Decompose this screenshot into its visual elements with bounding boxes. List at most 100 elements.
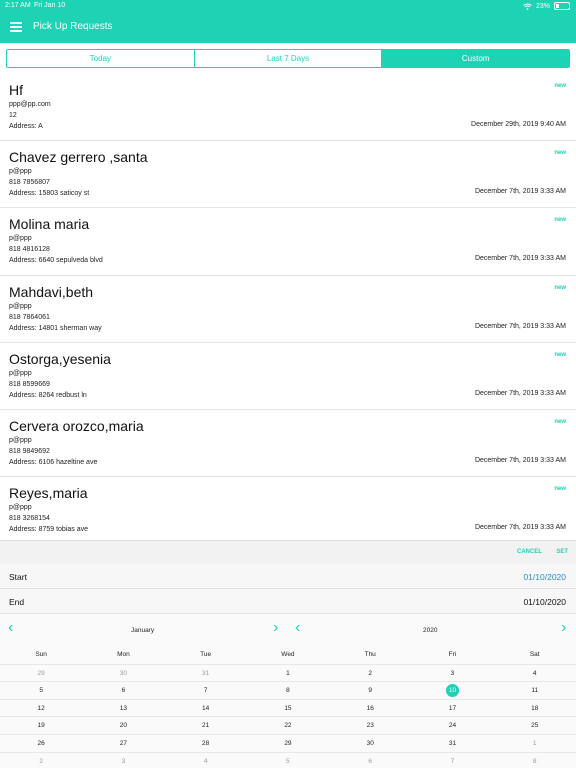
calendar-day[interactable]: 21: [164, 716, 247, 734]
calendar-day[interactable]: 12: [0, 698, 83, 717]
status-badge: new: [554, 351, 566, 358]
calendar-day[interactable]: 17: [411, 698, 494, 717]
calendar-day[interactable]: 27: [82, 733, 165, 752]
next-month-chevron-icon[interactable]: ›: [273, 620, 278, 636]
prev-year-chevron-icon[interactable]: ‹: [295, 620, 300, 636]
request-email: p@ppp: [9, 504, 32, 512]
calendar-day[interactable]: 23: [329, 716, 412, 734]
cancel-button[interactable]: CANCEL: [517, 549, 542, 555]
calendar-day[interactable]: 6: [329, 751, 412, 770]
app-header: 2:17 AM Fri Jan 10 23% Pick Up Requests: [0, 0, 576, 43]
calendar-day[interactable]: 20: [82, 716, 165, 734]
weekday-label: Sat: [529, 651, 540, 658]
wifi-icon: [523, 3, 532, 10]
calendar-day[interactable]: 5: [246, 751, 330, 770]
request-timestamp: December 7th, 2019 3:33 AM: [474, 322, 566, 330]
calendar-day[interactable]: 29: [246, 733, 330, 752]
calendar-day[interactable]: 31: [411, 733, 494, 752]
request-address: Address: 14801 sherman way: [9, 324, 102, 332]
date-range-picker: CANCEL SET Start 01/10/2020 End 01/10/20…: [0, 540, 576, 768]
tab-custom[interactable]: Custom: [381, 50, 569, 67]
calendar-day[interactable]: 1: [493, 733, 576, 752]
request-address: Address: 8264 redbust ln: [9, 391, 87, 399]
calendar-day[interactable]: 7: [164, 681, 247, 699]
calendar-day-selected[interactable]: 10: [411, 681, 494, 699]
calendar-day[interactable]: 8: [246, 681, 330, 699]
month-label: January: [131, 627, 155, 634]
calendar-day[interactable]: 28: [164, 733, 247, 752]
request-timestamp: December 7th, 2019 3:33 AM: [474, 456, 566, 464]
calendar-day[interactable]: 15: [246, 698, 330, 717]
calendar-week: 19 20 21 22 23 24 25: [0, 716, 576, 734]
start-date-value[interactable]: 01/10/2020: [523, 572, 566, 582]
calendar-week: 2345678: [0, 751, 576, 770]
calendar-day[interactable]: 6: [82, 681, 165, 699]
calendar-day[interactable]: 16: [329, 698, 412, 717]
calendar-week: 12 13 14 15 16 17 18: [0, 698, 576, 717]
request-email: p@ppp: [9, 436, 32, 444]
calendar-day[interactable]: 25: [493, 716, 576, 734]
request-card[interactable]: Cervera orozco,maria p@ppp 818 9849692 Addr…: [0, 409, 576, 478]
request-phone: 818 3268154: [9, 515, 50, 523]
end-date-value[interactable]: 01/10/2020: [523, 597, 566, 607]
tab-today[interactable]: Today: [7, 50, 194, 67]
calendar-day[interactable]: 18: [493, 698, 576, 717]
calendar-day[interactable]: 31: [164, 663, 247, 682]
status-bar: 2:17 AM Fri Jan 10 23%: [0, 0, 576, 12]
status-badge: new: [554, 486, 566, 493]
request-timestamp: December 7th, 2019 3:33 AM: [474, 255, 566, 263]
request-timestamp: December 29th, 2019 9:40 AM: [471, 121, 566, 128]
status-badge: new: [554, 418, 566, 425]
request-address: Address: 6106 hazeltine ave: [9, 458, 98, 466]
calendar-day[interactable]: 3: [82, 751, 165, 770]
calendar-day[interactable]: 5: [0, 681, 83, 699]
next-year-chevron-icon[interactable]: ›: [561, 620, 566, 636]
calendar-day[interactable]: 2: [329, 663, 412, 682]
calendar-day[interactable]: 14: [164, 698, 247, 717]
calendar-day[interactable]: 4: [493, 663, 576, 682]
tab-last-7-days[interactable]: Last 7 Days: [193, 50, 382, 67]
request-card[interactable]: Reyes,maria p@ppp 818 3268154 Address: 8759…: [0, 477, 576, 539]
calendar-day[interactable]: 26: [0, 733, 83, 752]
calendar-day[interactable]: 7: [411, 751, 494, 770]
request-card[interactable]: Ostorga,yesenia p@ppp 818 8599669 Address: …: [0, 342, 576, 410]
request-name: Mahdavi,beth: [9, 283, 94, 300]
calendar-day[interactable]: 8: [493, 751, 576, 770]
request-phone: 818 7864061: [9, 313, 50, 321]
set-button[interactable]: SET: [556, 549, 568, 555]
end-row[interactable]: End 01/10/2020: [0, 589, 576, 614]
calendar-day[interactable]: 2: [0, 751, 83, 770]
request-phone: 818 9849692: [9, 447, 50, 455]
request-name: Cervera orozco,maria: [9, 417, 144, 434]
weekday-header: Sun Mon Tue Wed Thu Fri Sat: [0, 646, 576, 664]
battery-percent: 23%: [535, 2, 550, 10]
calendar-day[interactable]: 30: [82, 663, 165, 682]
calendar-day[interactable]: 11: [493, 681, 576, 699]
start-label: Start: [9, 572, 27, 582]
weekday-label: Sun: [35, 651, 47, 658]
request-address: Address: A: [9, 123, 43, 130]
request-email: p@ppp: [9, 168, 32, 176]
request-timestamp: December 7th, 2019 3:33 AM: [474, 188, 566, 196]
calendar-day[interactable]: 4: [164, 751, 247, 770]
request-card[interactable]: Chavez gerrero ,santa p@ppp 818 7856807 Add…: [0, 141, 576, 209]
prev-month-chevron-icon[interactable]: ‹: [8, 620, 13, 636]
calendar-day[interactable]: 30: [329, 733, 412, 752]
calendar-day[interactable]: 13: [82, 698, 165, 717]
menu-icon[interactable]: [10, 22, 22, 32]
calendar-day[interactable]: 29: [0, 663, 83, 682]
calendar-week: 5 6 7 8 9 10 11: [0, 681, 576, 699]
start-row[interactable]: Start 01/10/2020: [0, 564, 576, 589]
calendar-day[interactable]: 9: [329, 681, 412, 699]
request-card[interactable]: Molina maria p@ppp 818 4816128 Address: 664…: [0, 208, 576, 276]
calendar-day[interactable]: 19: [0, 716, 83, 734]
calendar-day[interactable]: 24: [411, 716, 494, 734]
request-card[interactable]: Hf ppp@pp.com 12 Address: A new December 29th…: [0, 74, 576, 142]
calendar-day[interactable]: 1: [246, 663, 330, 682]
calendar-day[interactable]: 3: [411, 663, 494, 682]
calendar-day[interactable]: 22: [246, 716, 330, 734]
request-phone: 818 4816128: [9, 246, 50, 254]
request-name: Molina maria: [9, 216, 90, 233]
end-label: End: [9, 597, 25, 607]
request-card[interactable]: Mahdavi,beth p@ppp 818 7864061 Address: 148…: [0, 275, 576, 343]
